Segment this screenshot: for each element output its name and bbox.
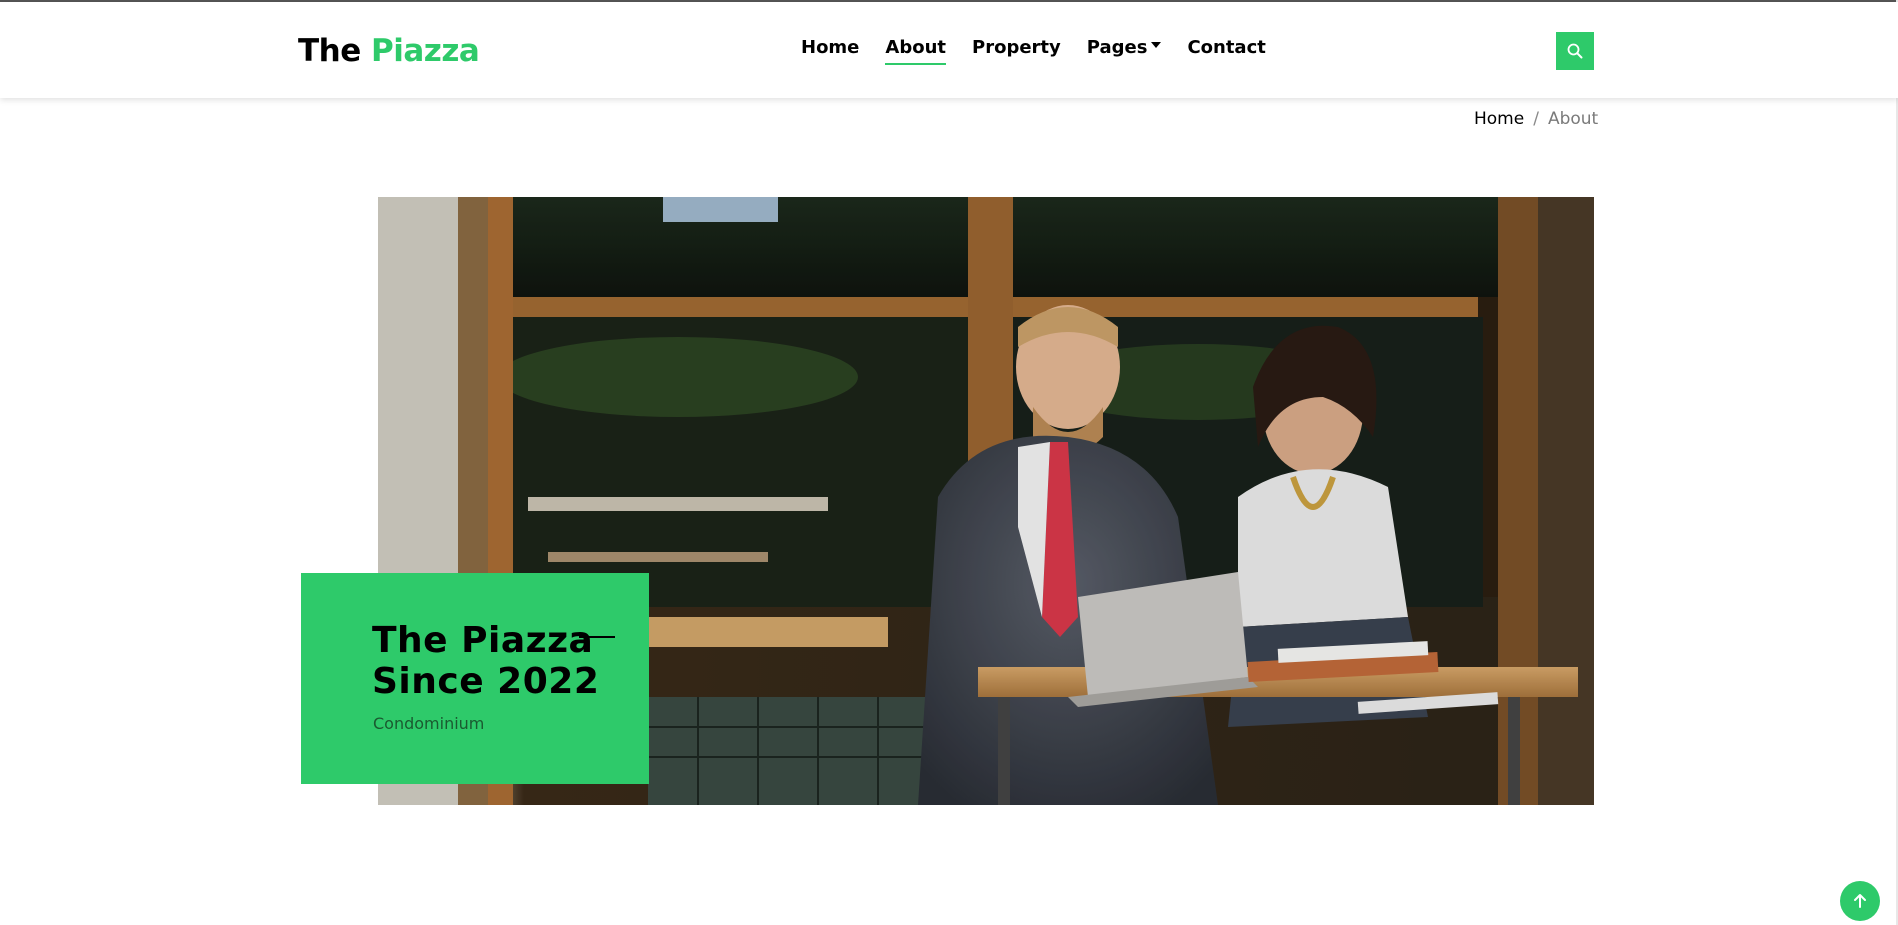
nav-home[interactable]: Home — [801, 36, 859, 60]
since-card-title-line2: Since 2022 — [372, 661, 600, 702]
breadcrumb-home[interactable]: Home — [1474, 109, 1524, 129]
nav-pages-dropdown[interactable]: Pages — [1087, 36, 1162, 60]
breadcrumb-current: About — [1547, 109, 1599, 129]
caret-down-icon — [1151, 42, 1162, 48]
since-card-title: The Piazza Since 2022 — [372, 620, 615, 702]
nav-pages-label: Pages — [1086, 37, 1148, 58]
breadcrumb-separator: / — [1533, 109, 1539, 129]
back-to-top-button[interactable] — [1840, 881, 1880, 921]
search-button[interactable] — [1556, 32, 1594, 70]
title-dash — [579, 636, 615, 638]
breadcrumb: Home / About — [1474, 109, 1598, 129]
since-card: The Piazza Since 2022 Condominium — [301, 573, 649, 784]
search-icon — [1567, 43, 1583, 59]
nav-about-label: About — [885, 37, 947, 58]
brand-logo[interactable]: The Piazza — [298, 31, 480, 71]
main-nav: Home About Property Pages Contact — [801, 36, 1292, 65]
brand-text-accent: Piazza — [371, 33, 480, 69]
since-card-title-line1: The Piazza — [372, 620, 615, 661]
nav-home-label: Home — [801, 37, 860, 58]
nav-contact[interactable]: Contact — [1187, 36, 1265, 60]
navbar: The Piazza Home About Property Pages Con… — [0, 2, 1898, 98]
arrow-up-icon — [1854, 894, 1866, 908]
since-card-title-text1: The Piazza — [372, 620, 594, 661]
nav-contact-label: Contact — [1187, 37, 1266, 58]
brand-text-primary: The — [298, 33, 361, 69]
since-card-subtitle: Condominium — [373, 714, 485, 733]
nav-about[interactable]: About — [885, 36, 947, 65]
nav-property-label: Property — [972, 37, 1061, 58]
nav-property[interactable]: Property — [972, 36, 1061, 60]
